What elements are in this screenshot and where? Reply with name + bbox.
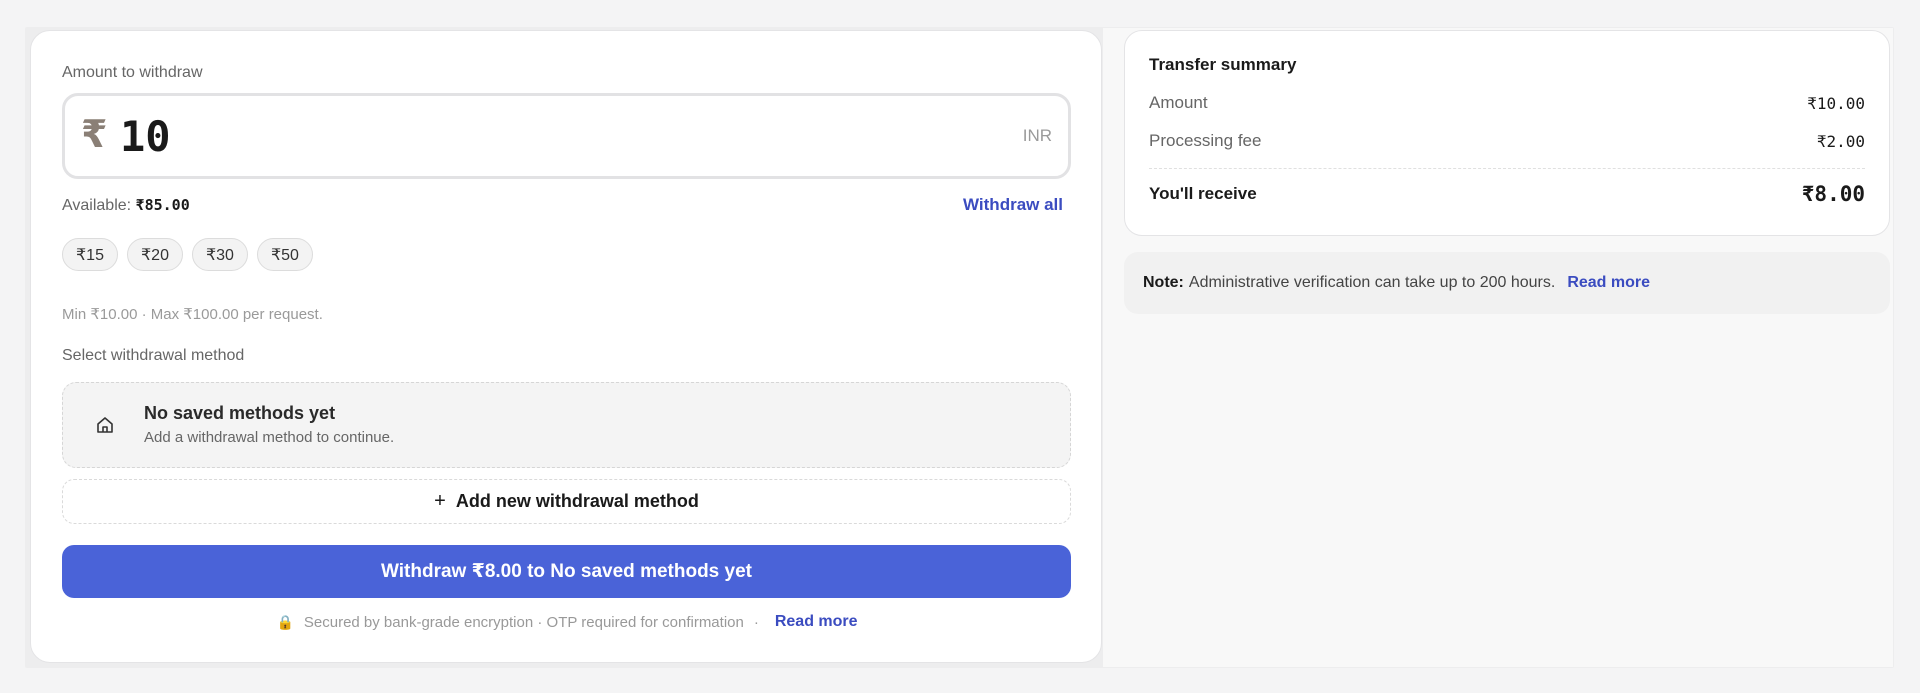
limits-text: Min ₹10.00 · Max ₹100.00 per request. (62, 306, 323, 323)
withdraw-all-link[interactable]: Withdraw all (963, 195, 1063, 215)
quick-amount-chip[interactable]: ₹50 (256, 238, 313, 271)
summary-total-label: You'll receive (1149, 184, 1257, 203)
home-icon (95, 415, 115, 435)
rupee-icon: ₹ (81, 112, 108, 156)
lock-icon: 🔒 (276, 613, 294, 630)
amount-label: Amount to withdraw (62, 64, 203, 81)
note-text: Administrative verification can take up … (1188, 274, 1556, 291)
quick-amount-chip[interactable]: ₹30 (191, 238, 248, 271)
note-prefix: Note: (1143, 274, 1184, 291)
available-amount: ₹85.00 (135, 196, 190, 214)
security-read-more-link[interactable]: Read more (775, 613, 858, 631)
summary-total-value: ₹8.00 (1801, 182, 1865, 206)
summary-row-fee: Processing fee ₹2.00 (1149, 131, 1865, 151)
quick-amount-chip[interactable]: ₹20 (126, 238, 183, 271)
summary-title: Transfer summary (1149, 55, 1297, 74)
withdraw-submit-button[interactable]: Withdraw ₹8.00 to No saved methods yet (62, 545, 1071, 598)
security-text: Secured by bank-grade encryption · OTP r… (303, 613, 744, 631)
verification-note: Note: Administrative verification can ta… (1124, 252, 1890, 314)
empty-methods-subtitle: Add a withdrawal method to continue. (144, 429, 395, 446)
security-separator: · (753, 613, 759, 631)
security-note: 🔒 Secured by bank-grade encryption · OTP… (31, 613, 1103, 631)
add-method-label: Add new withdrawal method (455, 491, 699, 511)
summary-row-total: You'll receive ₹8.00 (1149, 182, 1865, 206)
quick-amount-chips: ₹15 ₹20 ₹30 ₹50 (62, 238, 313, 271)
plus-icon: + (434, 490, 446, 512)
currency-code: INR (1022, 126, 1052, 145)
summary-row-amount: Amount ₹10.00 (1149, 93, 1865, 113)
available-balance: Available: ₹85.00 (62, 196, 190, 215)
empty-methods-title: No saved methods yet (144, 403, 336, 423)
amount-input[interactable]: 10 (120, 112, 820, 161)
quick-amount-chip[interactable]: ₹15 (62, 238, 118, 271)
summary-row-value: ₹2.00 (1816, 131, 1865, 151)
available-label: Available: (62, 197, 132, 214)
note-read-more-link[interactable]: Read more (1567, 274, 1650, 292)
summary-divider (1149, 168, 1865, 169)
transfer-summary-card: Transfer summary Amount ₹10.00 Processin… (1124, 30, 1890, 236)
method-label: Select withdrawal method (62, 347, 245, 364)
summary-row-value: ₹10.00 (1807, 93, 1865, 113)
withdraw-card: Amount to withdraw ₹ 10 INR Available: ₹… (30, 30, 1102, 663)
amount-input-box[interactable]: ₹ 10 INR (62, 93, 1071, 179)
empty-methods-panel: No saved methods yet Add a withdrawal me… (62, 382, 1071, 468)
add-method-button[interactable]: + Add new withdrawal method (62, 479, 1071, 524)
summary-row-label: Amount (1149, 93, 1208, 112)
summary-row-label: Processing fee (1149, 131, 1262, 150)
